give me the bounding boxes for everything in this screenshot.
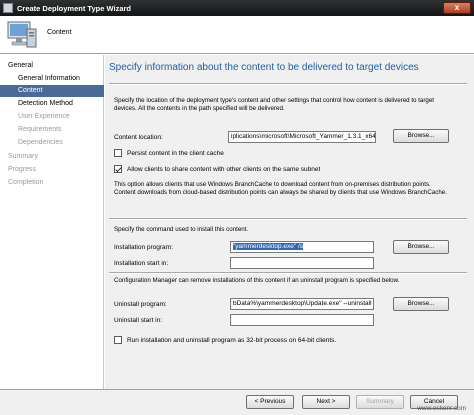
install-program-value: "yammerdesktop.exe" /s bbox=[233, 243, 304, 250]
x86-label: Run installation and uninstall program a… bbox=[127, 336, 337, 344]
nav-item-requirements[interactable]: Requirements bbox=[0, 124, 104, 136]
uninstall-start-input[interactable] bbox=[230, 314, 374, 326]
x86-checkbox[interactable]: Run installation and uninstall program a… bbox=[114, 336, 336, 344]
uninstall-browse-button[interactable]: Browse... bbox=[393, 297, 449, 311]
watermark: www.eskonr.com bbox=[417, 405, 466, 412]
allow-share-box[interactable] bbox=[114, 165, 122, 173]
branchcache-text: This option allows clients that use Wind… bbox=[114, 181, 447, 196]
title-bar: Create Deployment Type Wizard x bbox=[0, 0, 474, 16]
content-location-label: Content location: bbox=[114, 134, 163, 141]
wizard-header: Content bbox=[0, 16, 474, 54]
allow-share-checkbox[interactable]: Allow clients to share content with othe… bbox=[114, 165, 320, 173]
header-title: Content bbox=[47, 29, 72, 36]
uninstall-start-label: Uninstall start in: bbox=[114, 317, 163, 324]
nav-item-content[interactable]: Content bbox=[0, 85, 104, 97]
nav-item-summary[interactable]: Summary bbox=[0, 151, 104, 163]
uninstall-text: Configuration Manager can remove install… bbox=[114, 277, 400, 284]
wizard-nav: General General Information Content Dete… bbox=[0, 55, 104, 389]
window-title: Create Deployment Type Wizard bbox=[17, 3, 131, 13]
persist-cache-box[interactable] bbox=[114, 149, 122, 157]
install-program-input[interactable]: "yammerdesktop.exe" /s bbox=[230, 241, 374, 253]
content-location-input[interactable]: iplications\microsoft\Microsoft_Yammer_1… bbox=[228, 131, 376, 143]
title-divider bbox=[109, 83, 467, 85]
close-button[interactable]: x bbox=[443, 2, 471, 14]
section-divider-1 bbox=[109, 218, 467, 220]
content-browse-button[interactable]: Browse... bbox=[393, 129, 449, 143]
install-command-text: Specify the command used to install this… bbox=[114, 226, 249, 233]
summary-button[interactable]: Summary bbox=[356, 395, 404, 409]
wizard-icon bbox=[3, 3, 13, 13]
computer-icon bbox=[7, 21, 37, 48]
content-pane: Specify information about the content to… bbox=[105, 55, 474, 389]
nav-item-general[interactable]: General bbox=[0, 60, 104, 72]
nav-item-detection-method[interactable]: Detection Method bbox=[0, 98, 104, 110]
uninstall-program-input[interactable]: bData%\yammerdesktop\Update.exe" --unins… bbox=[230, 298, 374, 310]
nav-item-progress[interactable]: Progress bbox=[0, 164, 104, 176]
nav-item-user-experience[interactable]: User Experience bbox=[0, 111, 104, 123]
nav-item-general-information[interactable]: General Information bbox=[0, 73, 104, 85]
install-browse-button[interactable]: Browse... bbox=[393, 240, 449, 254]
persist-cache-checkbox[interactable]: Persist content in the client cache bbox=[114, 149, 224, 157]
section-divider-2 bbox=[109, 272, 467, 274]
nav-item-dependencies[interactable]: Dependencies bbox=[0, 137, 104, 149]
page-title: Specify information about the content to… bbox=[109, 62, 419, 73]
uninstall-program-label: Uninstall program: bbox=[114, 301, 167, 308]
nav-item-completion[interactable]: Completion bbox=[0, 177, 104, 189]
allow-share-label: Allow clients to share content with othe… bbox=[127, 165, 321, 173]
wizard-footer: < Previous Next > Summary Cancel www.esk… bbox=[0, 389, 474, 415]
x86-box[interactable] bbox=[114, 336, 122, 344]
intro-text: Specify the location of the deployment t… bbox=[114, 97, 435, 112]
persist-cache-label: Persist content in the client cache bbox=[127, 149, 224, 157]
install-start-label: Installation start in: bbox=[114, 260, 169, 267]
next-button[interactable]: Next > bbox=[302, 395, 350, 409]
install-start-input[interactable] bbox=[230, 257, 374, 269]
install-program-label: Installation program: bbox=[114, 244, 173, 251]
previous-button[interactable]: < Previous bbox=[246, 395, 294, 409]
